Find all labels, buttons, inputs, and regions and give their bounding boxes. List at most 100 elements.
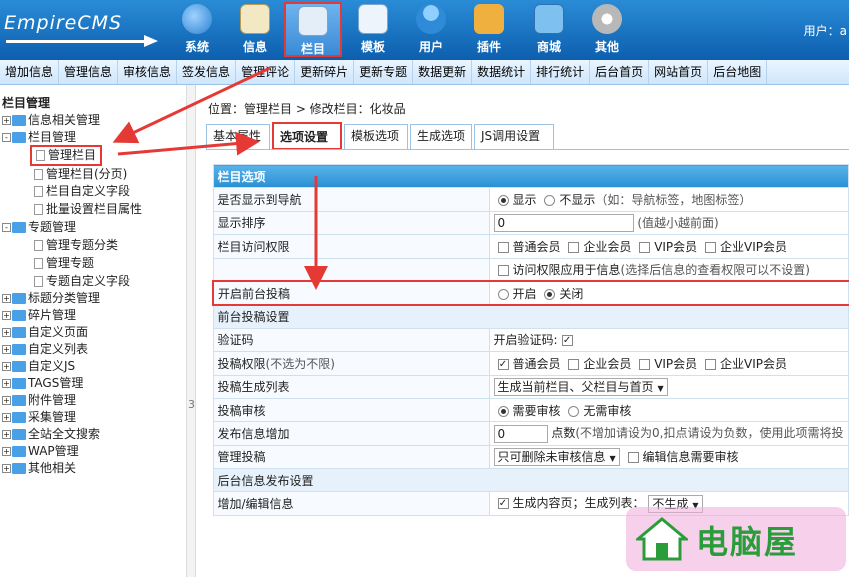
tree-item-manage-topics[interactable]: 管理专题 — [34, 255, 94, 272]
topnav-shop[interactable]: 商城 — [522, 2, 576, 57]
folder-icon — [12, 463, 26, 474]
expand-icon[interactable]: + — [2, 464, 11, 473]
expand-icon[interactable]: + — [2, 328, 11, 337]
topnav-info[interactable]: 信息 — [228, 2, 282, 57]
access-normal-checkbox[interactable] — [497, 241, 509, 253]
generate-list-select[interactable]: 生成当前栏目、父栏目与首页 ▼ — [493, 377, 668, 396]
menu-admin-home[interactable]: 后台首页 — [590, 60, 650, 84]
access-company-checkbox[interactable] — [568, 241, 580, 253]
menu-update-topics[interactable]: 更新专题 — [354, 60, 414, 84]
menu-add-info[interactable]: 增加信息 — [0, 60, 60, 84]
points-input[interactable]: 0 — [493, 424, 548, 443]
tree-item-tags[interactable]: + TAGS管理 — [2, 375, 83, 392]
menu-review-info[interactable]: 审核信息 — [118, 60, 178, 84]
topnav-column[interactable]: 栏目 — [284, 2, 342, 57]
menu-admin-map[interactable]: 后台地图 — [708, 60, 768, 84]
tree-item-custom-lists[interactable]: + 自定义列表 — [2, 341, 88, 358]
tree-item-column-custom-fields[interactable]: 栏目自定义字段 — [34, 183, 130, 200]
topnav-other[interactable]: 其他 — [580, 2, 634, 57]
tab-basic[interactable]: 基本属性 — [206, 124, 270, 149]
edit-review-checkbox[interactable] — [627, 451, 639, 463]
access-apply-checkbox[interactable] — [497, 265, 509, 276]
expand-icon[interactable]: + — [2, 379, 11, 388]
topnav-template[interactable]: 模板 — [346, 2, 400, 57]
tree-item-fulltext-search[interactable]: + 全站全文搜索 — [2, 426, 100, 443]
tree-item-topic-categories[interactable]: 管理专题分类 — [34, 237, 118, 254]
file-icon — [34, 186, 43, 197]
access-company-vip-checkbox[interactable] — [705, 241, 717, 253]
collapse-icon[interactable]: - — [2, 133, 11, 142]
expand-icon[interactable]: + — [2, 116, 11, 125]
access-vip-checkbox[interactable] — [639, 241, 651, 253]
folder-icon — [12, 429, 26, 440]
submit-on-radio[interactable] — [497, 288, 509, 300]
tree-item-fragments[interactable]: + 碎片管理 — [2, 307, 76, 324]
generate-content-checkbox[interactable]: ✓ — [497, 498, 509, 510]
file-icon — [34, 204, 43, 215]
perm-company-checkbox[interactable] — [568, 358, 580, 370]
folder-icon — [12, 222, 26, 233]
file-icon — [34, 169, 43, 180]
expand-icon[interactable]: + — [2, 294, 11, 303]
menu-manage-comments[interactable]: 管理评论 — [236, 60, 296, 84]
topnav-user[interactable]: 用户 — [404, 2, 458, 57]
nav-show-radio[interactable] — [497, 195, 509, 207]
menu-rank-stats[interactable]: 排行统计 — [531, 60, 591, 84]
menu-site-home[interactable]: 网站首页 — [649, 60, 709, 84]
user-icon — [416, 4, 446, 34]
tree-item-topic-custom-fields[interactable]: 专题自定义字段 — [34, 273, 130, 290]
tree-item-topic-manage[interactable]: - 专题管理 — [2, 219, 76, 236]
expand-icon[interactable]: + — [2, 311, 11, 320]
menu-update-fragments[interactable]: 更新碎片 — [295, 60, 355, 84]
expand-icon[interactable]: + — [2, 430, 11, 439]
collapse-icon[interactable]: - — [2, 223, 11, 232]
topnav-plugin[interactable]: 插件 — [462, 2, 516, 57]
menu-manage-info[interactable]: 管理信息 — [59, 60, 119, 84]
manage-submit-select[interactable]: 只可删除未审核信息 ▼ — [493, 448, 620, 467]
tree-item-info-related[interactable]: + 信息相关管理 — [2, 112, 100, 129]
tab-options[interactable]: 选项设置 — [272, 122, 342, 150]
expand-icon[interactable]: + — [2, 362, 11, 371]
menu-data-stats[interactable]: 数据统计 — [472, 60, 532, 84]
tree-item-column-manage[interactable]: - 栏目管理 — [2, 129, 76, 146]
captcha-checkbox[interactable]: ✓ — [561, 335, 573, 347]
tree-item-attachments[interactable]: + 附件管理 — [2, 392, 76, 409]
tree-item-batch-column-attrs[interactable]: 批量设置栏目属性 — [34, 201, 142, 218]
review-none-radio[interactable] — [568, 405, 580, 417]
template-icon — [358, 4, 388, 34]
tree-item-title-categories[interactable]: + 标题分类管理 — [2, 290, 100, 307]
order-input[interactable]: 0 — [493, 214, 634, 233]
row-submit-generate-list: 投稿生成列表 生成当前栏目、父栏目与首页 ▼ — [212, 374, 849, 399]
folder-icon — [12, 446, 26, 457]
tree-item-collection[interactable]: + 采集管理 — [2, 409, 76, 426]
review-need-radio[interactable] — [497, 405, 509, 417]
expand-icon[interactable]: + — [2, 396, 11, 405]
empirecms-logo: EmpireCMS — [4, 12, 123, 34]
panel-splitter[interactable]: 3 — [186, 85, 196, 577]
expand-icon[interactable]: + — [2, 345, 11, 354]
tree-item-other[interactable]: + 其他相关 — [2, 460, 76, 477]
tree-item-manage-column[interactable]: 管理栏目 — [30, 145, 103, 166]
topnav-system[interactable]: 系统 — [170, 2, 224, 57]
tree-root[interactable]: 栏目管理 — [2, 95, 50, 112]
submit-off-radio[interactable] — [544, 288, 556, 300]
menu-sign-info[interactable]: 签发信息 — [177, 60, 237, 84]
row-manage-submit: 管理投稿 只可删除未审核信息 ▼ 编辑信息需要审核 — [212, 444, 849, 470]
nav-hide-radio[interactable] — [544, 195, 556, 207]
expand-icon[interactable]: + — [2, 413, 11, 422]
menu-data-update[interactable]: 数据更新 — [413, 60, 473, 84]
globe-icon — [182, 4, 212, 34]
tab-generate-options[interactable]: 生成选项 — [410, 124, 472, 149]
tree-item-manage-column-paged[interactable]: 管理栏目(分页) — [34, 166, 127, 183]
folder-icon — [12, 395, 26, 406]
expand-icon[interactable]: + — [2, 447, 11, 456]
tree-item-custom-pages[interactable]: + 自定义页面 — [2, 324, 88, 341]
perm-company-vip-checkbox[interactable] — [705, 358, 717, 370]
tree-item-custom-js[interactable]: + 自定义JS — [2, 358, 75, 375]
tab-template-options[interactable]: 模板选项 — [344, 124, 408, 149]
tree-item-wap[interactable]: + WAP管理 — [2, 443, 79, 460]
perm-normal-checkbox[interactable]: ✓ — [497, 358, 509, 370]
folder-icon — [298, 6, 328, 36]
tab-js-settings[interactable]: JS调用设置 — [474, 124, 554, 149]
perm-vip-checkbox[interactable] — [639, 358, 651, 370]
